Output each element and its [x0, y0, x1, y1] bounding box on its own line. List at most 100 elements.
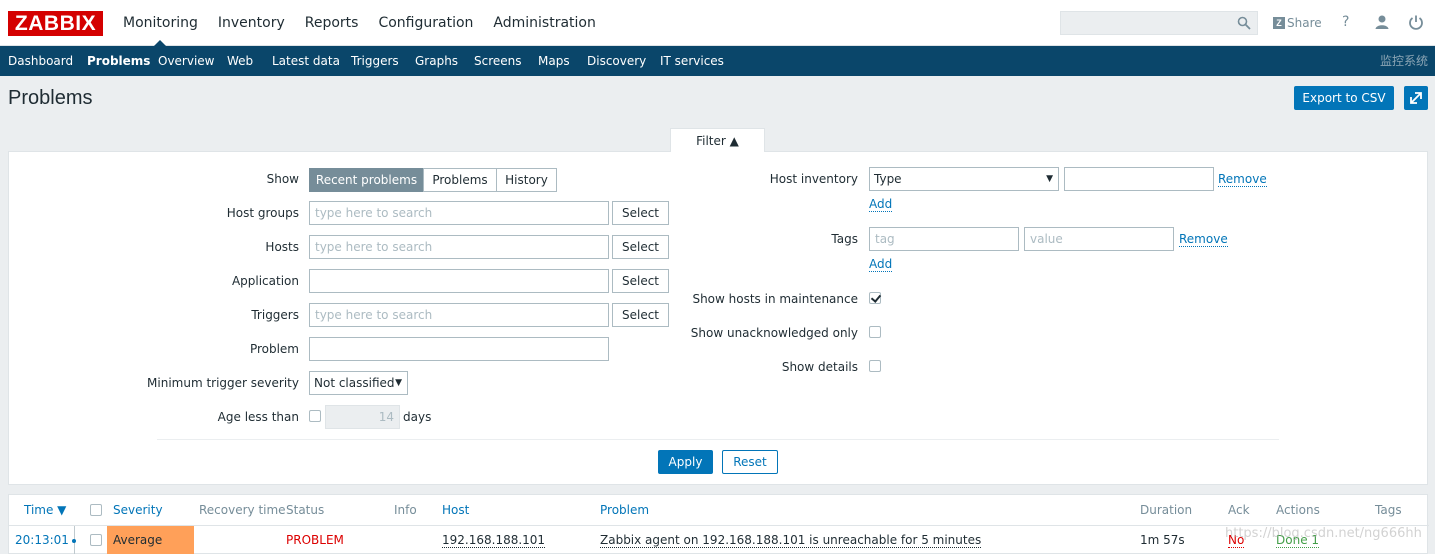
subnav-discovery[interactable]: Discovery	[587, 46, 646, 76]
top-header: ZABBIX Monitoring Inventory Reports Conf…	[0, 0, 1435, 47]
nav-inventory[interactable]: Inventory	[208, 0, 295, 46]
show-problems-radio[interactable]: Problems	[423, 168, 497, 192]
zabbix-logo[interactable]: ZABBIX	[8, 11, 103, 36]
show-recent-problems-radio[interactable]: Recent problems	[309, 168, 424, 192]
host-inventory-add-link[interactable]: Add	[869, 197, 893, 212]
search-icon[interactable]	[1237, 16, 1251, 30]
nav-configuration[interactable]: Configuration	[368, 0, 483, 46]
col-tags: Tags	[1375, 503, 1402, 517]
problem-label: Problem	[249, 342, 299, 356]
subnav-maps[interactable]: Maps	[538, 46, 570, 76]
col-ack: Ack	[1228, 503, 1250, 517]
col-info: Info	[394, 503, 417, 517]
row-ack-link[interactable]: No	[1228, 533, 1245, 548]
age-less-than-checkbox[interactable]	[309, 410, 321, 422]
application-input[interactable]	[309, 269, 609, 293]
problem-input[interactable]	[309, 337, 609, 361]
row-problem-link[interactable]: Zabbix agent on 192.168.188.101 is unrea…	[600, 533, 982, 548]
col-actions: Actions	[1276, 503, 1320, 517]
row-severity: Average	[113, 533, 163, 547]
show-maintenance-checkbox[interactable]	[869, 292, 881, 304]
col-time[interactable]: Time ▼	[24, 503, 66, 517]
nav-monitoring[interactable]: Monitoring	[113, 0, 208, 47]
min-severity-select[interactable]: Not classified ▼	[309, 371, 408, 395]
main-nav: Monitoring Inventory Reports Configurati…	[113, 0, 606, 47]
sign-out-icon[interactable]	[1408, 14, 1424, 30]
subnav-dashboard[interactable]: Dashboard	[8, 46, 73, 76]
subnav-it-services[interactable]: IT services	[660, 46, 724, 76]
host-inventory-value-input[interactable]	[1064, 167, 1214, 191]
subnav-screens[interactable]: Screens	[474, 46, 522, 76]
host-groups-input[interactable]: type here to search	[309, 201, 609, 225]
host-inventory-type-value: Type	[874, 172, 902, 186]
tag-value-input[interactable]: value	[1024, 227, 1174, 251]
row-time-link[interactable]: 20:13:01	[15, 533, 69, 547]
col-host[interactable]: Host	[442, 503, 469, 517]
min-severity-label: Minimum trigger severity	[147, 376, 299, 390]
apply-button[interactable]: Apply	[658, 450, 713, 474]
subnav-triggers[interactable]: Triggers	[351, 46, 399, 76]
timeline-dot-icon	[72, 539, 76, 543]
share-label: Share	[1287, 16, 1322, 30]
sub-navigation: Dashboard Problems Overview Web Latest d…	[0, 46, 1435, 76]
host-inventory-label: Host inventory	[769, 172, 858, 186]
application-label: Application	[231, 274, 299, 288]
tag-add-link[interactable]: Add	[869, 257, 893, 272]
age-less-than-label: Age less than	[217, 410, 299, 424]
subnav-latest-data[interactable]: Latest data	[272, 46, 340, 76]
page-title: Problems	[8, 87, 93, 109]
zabbix-share-icon: Z	[1273, 17, 1285, 29]
dropdown-arrow-icon: ▼	[395, 378, 402, 388]
subnav-problems[interactable]: Problems	[87, 46, 150, 76]
nav-administration[interactable]: Administration	[483, 0, 605, 46]
filter-divider	[157, 439, 1279, 440]
col-duration: Duration	[1140, 503, 1193, 517]
nav-reports[interactable]: Reports	[295, 0, 369, 46]
col-problem[interactable]: Problem	[600, 503, 649, 517]
select-all-checkbox[interactable]	[90, 504, 102, 516]
row-host-link[interactable]: 192.168.188.101	[442, 533, 546, 548]
server-brand-name: 监控系统	[1379, 54, 1428, 68]
host-inventory-remove-link[interactable]: Remove	[1218, 172, 1267, 187]
show-unacknowledged-label: Show unacknowledged only	[690, 326, 858, 340]
fullscreen-icon	[1410, 92, 1422, 104]
row-actions-link[interactable]: Done 1	[1276, 533, 1320, 548]
table-header-divider	[9, 525, 1429, 526]
row-select-checkbox[interactable]	[90, 534, 102, 546]
triggers-input[interactable]: type here to search	[309, 303, 609, 327]
min-severity-value: Not classified	[314, 376, 395, 390]
dropdown-arrow-icon: ▼	[1046, 174, 1053, 184]
tag-remove-link[interactable]: Remove	[1179, 232, 1228, 247]
user-profile-icon[interactable]	[1374, 14, 1390, 30]
host-inventory-type-select[interactable]: Type ▼	[869, 167, 1059, 191]
reset-button[interactable]: Reset	[722, 450, 778, 474]
show-details-checkbox[interactable]	[869, 360, 881, 372]
fullscreen-button[interactable]	[1404, 86, 1428, 110]
hosts-select-button[interactable]: Select	[612, 235, 669, 259]
hosts-input[interactable]: type here to search	[309, 235, 609, 259]
export-csv-button[interactable]: Export to CSV	[1294, 86, 1394, 110]
subnav-web[interactable]: Web	[227, 46, 253, 76]
filter-tab-toggle[interactable]: Filter ▲	[670, 128, 765, 152]
col-recovery-time: Recovery time	[199, 503, 286, 517]
age-days-unit: days	[403, 410, 432, 424]
application-select-button[interactable]: Select	[612, 269, 669, 293]
show-maintenance-label: Show hosts in maintenance	[692, 292, 858, 306]
triggers-label: Triggers	[251, 308, 299, 322]
share-link[interactable]: Z Share	[1273, 15, 1322, 31]
age-days-input[interactable]: 14	[325, 405, 400, 429]
col-status: Status	[286, 503, 325, 517]
host-groups-select-button[interactable]: Select	[612, 201, 669, 225]
subnav-graphs[interactable]: Graphs	[415, 46, 458, 76]
row-status: PROBLEM	[286, 533, 344, 547]
filter-panel: Show Recent problems Problems History Ho…	[8, 151, 1428, 485]
show-history-radio[interactable]: History	[496, 168, 557, 192]
show-unacknowledged-checkbox[interactable]	[869, 326, 881, 338]
col-severity[interactable]: Severity	[113, 503, 163, 517]
triggers-select-button[interactable]: Select	[612, 303, 669, 327]
help-icon[interactable]: ?	[1342, 14, 1358, 30]
global-search-input[interactable]	[1060, 11, 1258, 35]
subnav-overview[interactable]: Overview	[158, 46, 215, 76]
problems-table: Time ▼ Severity Recovery time Status Inf…	[8, 494, 1429, 554]
tag-name-input[interactable]: tag	[869, 227, 1019, 251]
